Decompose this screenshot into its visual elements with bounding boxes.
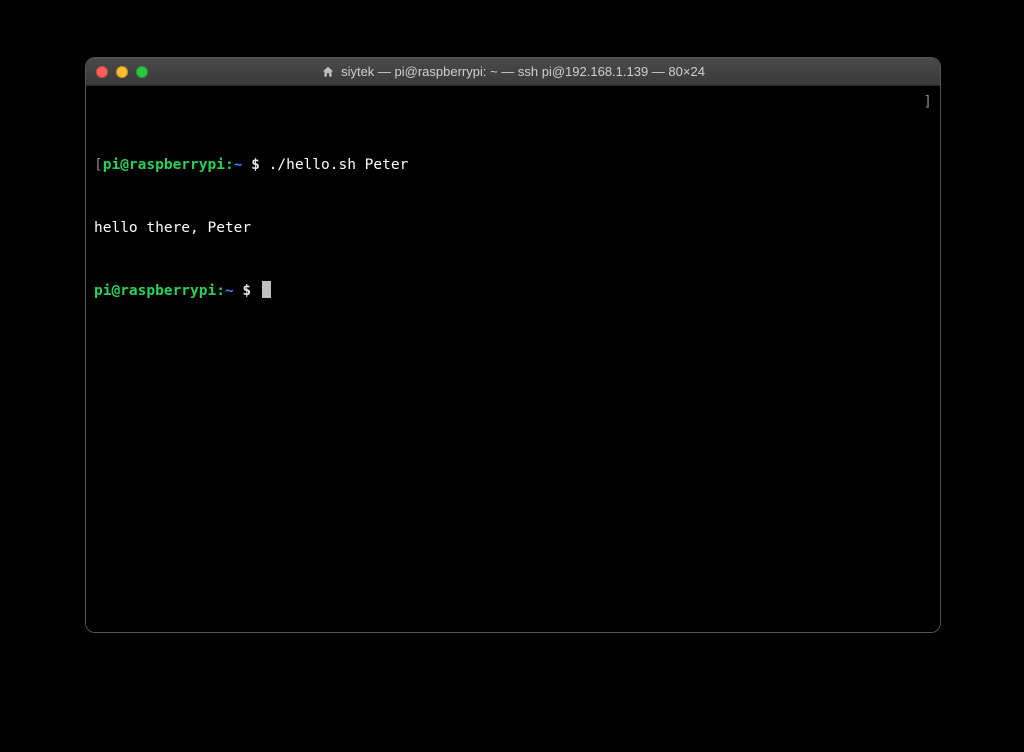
prompt-userhost: pi@raspberrypi — [94, 283, 216, 299]
terminal-window: siytek — pi@raspberrypi: ~ — ssh pi@192.… — [85, 57, 941, 633]
cursor — [262, 281, 271, 298]
zoom-button[interactable] — [136, 66, 148, 78]
window-title-wrap: siytek — pi@raspberrypi: ~ — ssh pi@192.… — [86, 64, 940, 79]
prompt-userhost: pi@raspberrypi — [103, 157, 225, 173]
window-title: siytek — pi@raspberrypi: ~ — ssh pi@192.… — [341, 64, 705, 79]
window-controls — [96, 66, 148, 78]
terminal-output: hello there, Peter — [94, 218, 932, 239]
minimize-button[interactable] — [116, 66, 128, 78]
home-icon — [321, 65, 335, 79]
prompt-open-bracket: [ — [94, 157, 103, 173]
terminal-line: [pi@raspberrypi:~ $ ./hello.sh Peter — [94, 155, 932, 176]
terminal-body[interactable]: ] [pi@raspberrypi:~ $ ./hello.sh Peter h… — [86, 86, 940, 632]
command-text: ./hello.sh Peter — [269, 157, 409, 173]
prompt-close-bracket: ] — [923, 92, 932, 113]
prompt-dollar: $ — [242, 157, 268, 173]
prompt-path: ~ — [225, 283, 234, 299]
terminal-line: pi@raspberrypi:~ $ — [94, 281, 932, 302]
prompt-colon: : — [225, 157, 234, 173]
titlebar[interactable]: siytek — pi@raspberrypi: ~ — ssh pi@192.… — [86, 58, 940, 86]
prompt-dollar: $ — [234, 283, 260, 299]
prompt-colon: : — [216, 283, 225, 299]
close-button[interactable] — [96, 66, 108, 78]
